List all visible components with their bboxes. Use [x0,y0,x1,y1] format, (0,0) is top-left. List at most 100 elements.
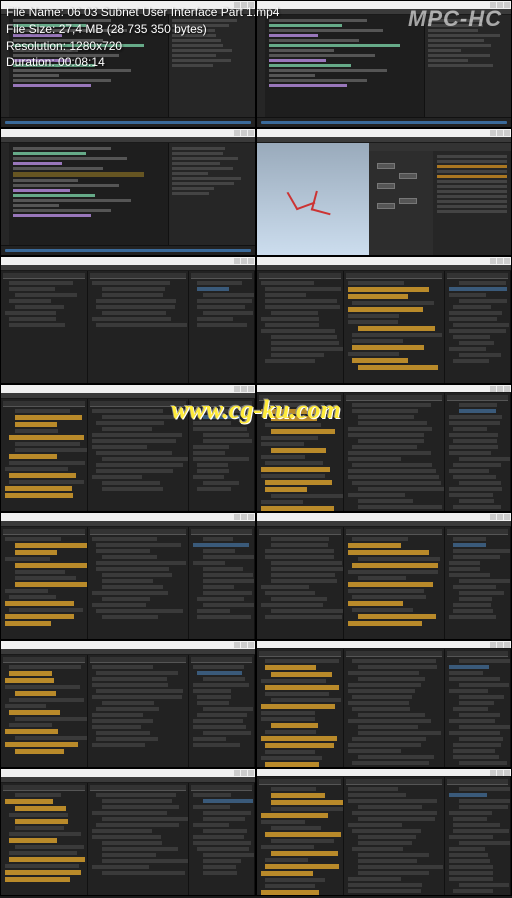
tree-column[interactable] [189,271,255,383]
tree-item[interactable] [348,433,424,437]
tree-item[interactable] [197,317,234,321]
tree-item[interactable] [193,683,249,687]
tree-item[interactable] [261,756,322,760]
tree-item[interactable] [358,725,418,729]
tree-item[interactable] [358,841,412,845]
tree-item[interactable] [203,829,247,833]
tree-item[interactable] [15,806,66,811]
tree-item[interactable] [449,689,489,693]
tree-item[interactable] [348,877,401,881]
tree-item[interactable] [261,717,315,721]
tree-column[interactable] [88,271,189,383]
tree-item[interactable] [203,567,243,571]
tree-item[interactable] [102,871,185,875]
tree-item[interactable] [348,787,398,791]
tree-item[interactable] [449,469,489,473]
tree-item[interactable] [358,805,422,809]
graph-node[interactable] [377,183,395,189]
tree-item[interactable] [271,800,344,805]
tree-item[interactable] [193,451,225,455]
tree-item[interactable] [265,730,316,734]
tree-item[interactable] [15,819,68,824]
tree-item[interactable] [96,609,183,613]
tree-column[interactable] [1,783,88,895]
tree-item[interactable] [92,725,141,729]
tree-item[interactable] [449,835,494,839]
thumbnail-frame[interactable] [0,128,256,256]
tree-item[interactable] [261,820,305,824]
thumbnail-frame[interactable] [256,640,512,768]
tree-item[interactable] [453,323,510,327]
tree-item[interactable] [193,743,241,747]
tree-item[interactable] [449,677,500,681]
tree-item[interactable] [449,731,500,735]
graph-node[interactable] [399,173,417,179]
tree-item[interactable] [265,423,321,427]
tree-item[interactable] [96,689,183,693]
tree-item[interactable] [271,335,337,339]
tree-item[interactable] [96,323,187,327]
tree-item[interactable] [348,314,399,318]
tree-item[interactable] [261,736,337,741]
tree-item[interactable] [358,576,406,580]
tree-item[interactable] [358,677,425,681]
tree-item[interactable] [96,463,183,467]
tree-item[interactable] [261,436,318,440]
tree-item[interactable] [453,585,497,589]
tree-item[interactable] [348,799,437,803]
tree-item[interactable] [102,847,178,851]
tree-item[interactable] [92,281,171,285]
tree-item[interactable] [15,845,84,849]
tree-item[interactable] [203,481,240,485]
tree-column[interactable] [445,393,511,512]
tree-item[interactable] [271,597,327,601]
tree-item[interactable] [348,823,402,827]
tree-item[interactable] [352,301,434,305]
tree-item[interactable] [261,409,327,414]
tree-item[interactable] [459,597,492,601]
tree-item[interactable] [449,615,496,619]
tree-item[interactable] [193,793,232,797]
tree-item[interactable] [203,415,240,419]
tree-item[interactable] [203,537,234,541]
tree-item[interactable] [449,561,481,565]
tree-item[interactable] [449,847,486,851]
tree-item[interactable] [348,307,423,312]
tree-item[interactable] [15,717,88,721]
tree-item[interactable] [459,409,496,413]
tree-item[interactable] [261,442,304,446]
tree-item[interactable] [197,281,243,285]
tree-item[interactable] [358,871,429,875]
tree-column[interactable] [344,393,445,512]
tree-item[interactable] [348,749,401,753]
tree-item[interactable] [449,865,493,869]
tree-item[interactable] [92,713,143,717]
tree-item[interactable] [453,475,497,479]
tree-item[interactable] [352,339,403,343]
tree-item[interactable] [271,787,316,791]
tree-item[interactable] [352,481,441,485]
tree-column[interactable] [344,527,445,639]
tree-item[interactable] [9,461,85,465]
tree-item[interactable] [102,415,174,419]
tree-item[interactable] [96,737,158,741]
tree-item[interactable] [352,761,429,765]
tree-item[interactable] [102,701,154,705]
tree-item[interactable] [348,475,439,479]
tree-item[interactable] [348,621,422,626]
tree-item[interactable] [193,823,229,827]
tree-column[interactable] [257,393,344,512]
tree-item[interactable] [358,557,440,561]
tree-item[interactable] [459,299,507,303]
tree-item[interactable] [459,713,500,717]
tree-item[interactable] [453,537,487,541]
tree-item[interactable] [271,793,325,798]
tree-item[interactable] [197,463,228,467]
tree-item[interactable] [15,576,76,580]
tree-item[interactable] [358,859,417,863]
tree-item[interactable] [265,359,315,363]
tree-item[interactable] [96,671,178,675]
tree-item[interactable] [102,817,189,821]
tree-item[interactable] [449,445,498,449]
tree-item[interactable] [261,679,326,683]
